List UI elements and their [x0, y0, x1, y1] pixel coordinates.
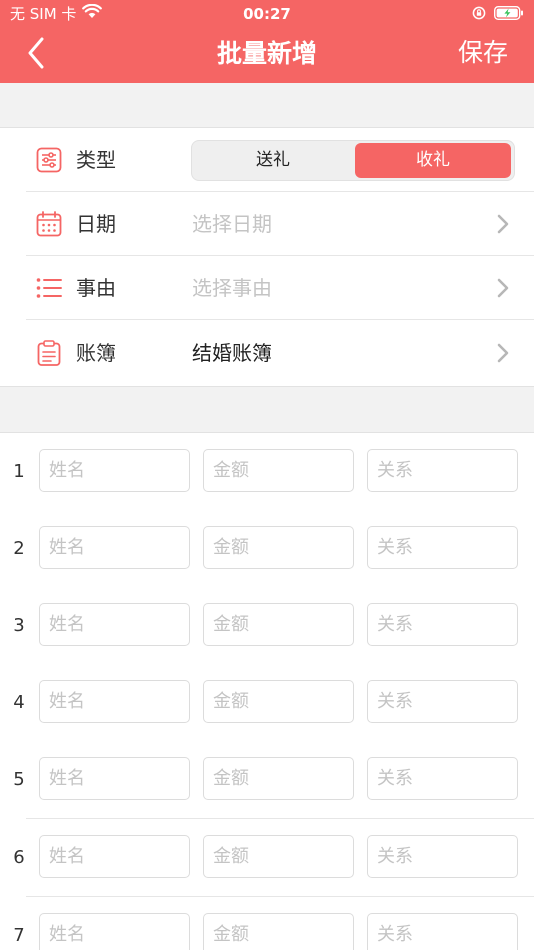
amount-input[interactable] — [203, 913, 354, 950]
header: 无 SIM 卡 00:27 批量新增 保存 — [0, 0, 534, 83]
name-input[interactable] — [39, 680, 190, 723]
entry-row: 4 — [0, 664, 534, 742]
amount-input[interactable] — [203, 835, 354, 878]
divider — [26, 319, 534, 320]
status-time: 00:27 — [243, 5, 291, 23]
entry-number: 4 — [13, 692, 25, 713]
name-input[interactable] — [39, 603, 190, 646]
type-label: 类型 — [76, 148, 116, 172]
chevron-right-icon — [496, 277, 510, 299]
segment-receive-gift[interactable]: 收礼 — [355, 143, 511, 178]
reason-placeholder: 选择事由 — [192, 276, 272, 300]
save-button[interactable]: 保存 — [458, 36, 508, 70]
ledger-row[interactable]: 账簿 结婚账簿 — [0, 321, 534, 385]
screen: 无 SIM 卡 00:27 批量新增 保存 类型 送礼 收礼 日期 选择日期 事… — [0, 0, 534, 950]
name-input[interactable] — [39, 526, 190, 569]
page-title: 批量新增 — [216, 39, 317, 68]
relation-input[interactable] — [367, 680, 518, 723]
reason-label: 事由 — [76, 276, 116, 300]
entry-row: 3 — [0, 587, 534, 665]
clipboard-icon — [36, 340, 62, 366]
name-input[interactable] — [39, 835, 190, 878]
entry-number: 1 — [13, 461, 25, 482]
status-right — [472, 5, 524, 24]
amount-input[interactable] — [203, 526, 354, 569]
name-input[interactable] — [39, 913, 190, 950]
chevron-right-icon — [496, 213, 510, 235]
date-placeholder: 选择日期 — [192, 212, 272, 236]
ledger-label: 账簿 — [76, 341, 116, 365]
section-gap-top — [0, 83, 534, 128]
date-label: 日期 — [76, 212, 116, 236]
entry-row: 1 — [0, 433, 534, 511]
relation-input[interactable] — [367, 913, 518, 950]
type-segmented-control: 送礼 收礼 — [191, 140, 515, 181]
name-input[interactable] — [39, 449, 190, 492]
status-bar: 无 SIM 卡 00:27 — [0, 0, 534, 28]
segment-send-gift[interactable]: 送礼 — [195, 143, 351, 178]
rotation-lock-icon — [472, 5, 486, 24]
entry-row: 5 — [0, 741, 534, 819]
entry-row: 6 — [0, 819, 534, 897]
reason-row[interactable]: 事由 选择事由 — [0, 256, 534, 320]
relation-input[interactable] — [367, 526, 518, 569]
relation-input[interactable] — [367, 835, 518, 878]
entry-number: 6 — [13, 847, 25, 868]
sliders-icon — [36, 147, 62, 173]
battery-icon — [493, 5, 524, 24]
nav-bar: 批量新增 保存 — [0, 28, 534, 83]
amount-input[interactable] — [203, 680, 354, 723]
amount-input[interactable] — [203, 603, 354, 646]
entry-row: 2 — [0, 510, 534, 588]
relation-input[interactable] — [367, 449, 518, 492]
entry-row: 7 — [0, 897, 534, 950]
date-row[interactable]: 日期 选择日期 — [0, 192, 534, 256]
relation-input[interactable] — [367, 757, 518, 800]
amount-input[interactable] — [203, 449, 354, 492]
entry-number: 3 — [13, 615, 25, 636]
amount-input[interactable] — [203, 757, 354, 800]
section-gap-middle — [0, 386, 534, 433]
type-row: 类型 送礼 收礼 — [0, 128, 534, 192]
list-icon — [36, 275, 62, 301]
name-input[interactable] — [39, 757, 190, 800]
entry-number: 7 — [13, 925, 25, 946]
entry-number: 2 — [13, 538, 25, 559]
relation-input[interactable] — [367, 603, 518, 646]
ledger-value: 结婚账簿 — [192, 341, 272, 365]
calendar-icon — [36, 211, 62, 237]
chevron-right-icon — [496, 342, 510, 364]
entry-number: 5 — [13, 769, 25, 790]
